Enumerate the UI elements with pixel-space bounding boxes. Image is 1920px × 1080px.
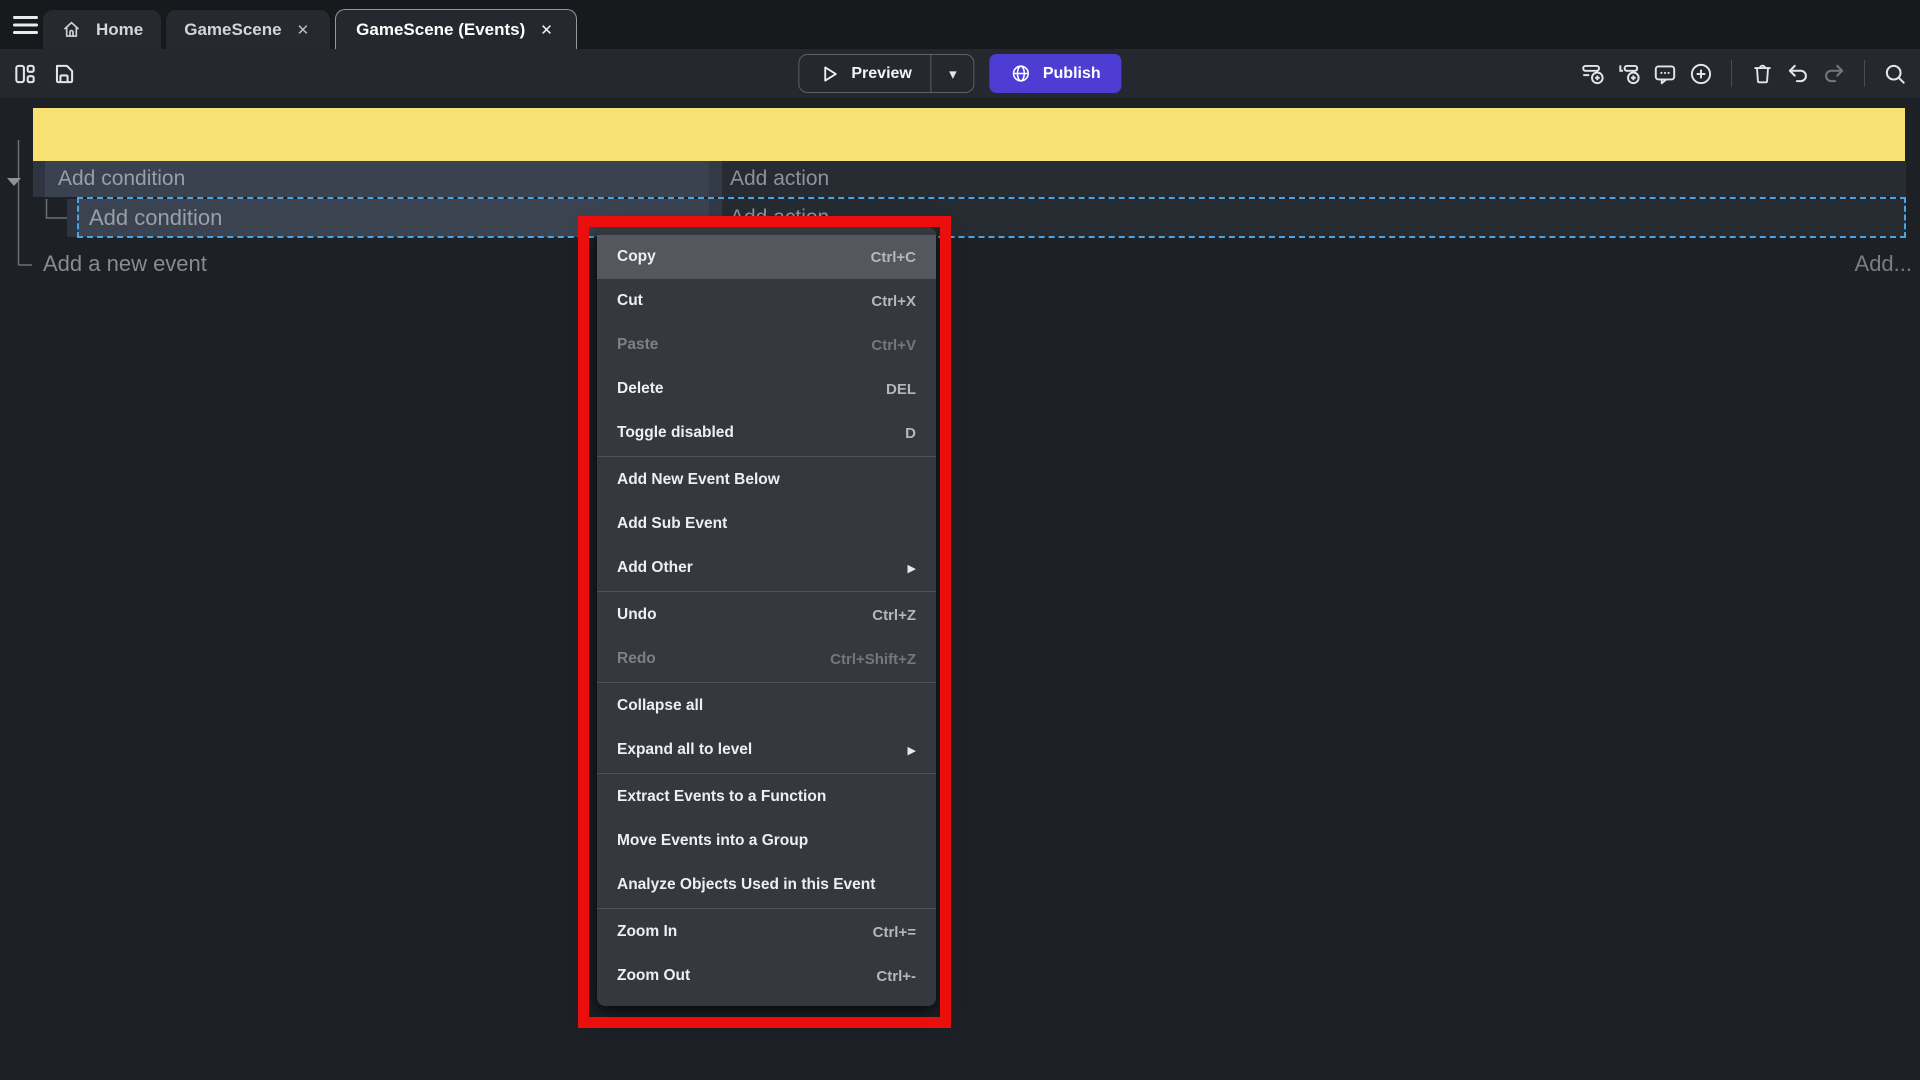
menu-item-add-sub-event[interactable]: Add Sub Event [597,502,936,546]
menu-item-add-new-event-below[interactable]: Add New Event Below [597,458,936,502]
chevron-down-icon: ▾ [949,65,957,83]
menu-item-undo[interactable]: UndoCtrl+Z [597,593,936,637]
tab-home[interactable]: Home [43,10,161,49]
tab-label: Home [96,20,143,40]
close-icon[interactable]: ✕ [294,19,313,41]
submenu-arrow-icon: ▶ [908,562,916,575]
menu-separator [597,591,936,592]
delete-icon[interactable] [1749,61,1775,87]
publish-button[interactable]: Publish [990,54,1122,93]
menu-item-toggle-disabled[interactable]: Toggle disabledD [597,411,936,455]
toolbar-divider [1731,60,1732,87]
menu-separator [597,456,936,457]
menu-item-zoom-out[interactable]: Zoom OutCtrl+- [597,954,936,998]
event-gutter[interactable] [67,199,78,237]
tab-gamescene[interactable]: GameScene ✕ [166,10,330,49]
menu-separator [597,682,936,683]
menu-item-analyze-objects[interactable]: Analyze Objects Used in this Event [597,863,936,907]
preview-button-group: Preview ▾ [798,54,974,93]
menu-item-collapse-all[interactable]: Collapse all [597,684,936,728]
menu-item-zoom-in[interactable]: Zoom InCtrl+= [597,910,936,954]
menu-separator [597,908,936,909]
menu-separator [597,773,936,774]
events-sheet [0,98,1920,1080]
preview-dropdown-button[interactable]: ▾ [932,55,974,92]
add-sub-event-icon[interactable] [1616,61,1642,87]
tab-bar: Home GameScene ✕ GameScene (Events) ✕ [0,0,1920,49]
menu-item-add-other[interactable]: Add Other▶ [597,546,936,590]
add-comment-icon[interactable] [1652,61,1678,87]
menu-item-delete[interactable]: DeleteDEL [597,367,936,411]
search-icon[interactable] [1882,61,1908,87]
choose-and-add-event-icon[interactable] [1688,61,1714,87]
menu-item-cut[interactable]: CutCtrl+X [597,279,936,323]
tab-label: GameScene (Events) [356,20,525,40]
toolbar-left [12,49,77,98]
menu-item-extract-events-to-function[interactable]: Extract Events to a Function [597,775,936,819]
event-gutter[interactable] [33,161,45,197]
add-new-event-button[interactable]: Add a new event [43,251,207,277]
menu-item-paste: PasteCtrl+V [597,323,936,367]
context-menu: CopyCtrl+C CutCtrl+X PasteCtrl+V DeleteD… [597,227,936,1006]
main-menu-icon[interactable] [11,12,41,38]
menu-item-move-events-into-group[interactable]: Move Events into a Group [597,819,936,863]
column-divider [709,161,722,197]
close-icon[interactable]: ✕ [537,19,556,41]
toolbar-center: Preview ▾ Publish [798,49,1121,98]
events-toolbar: Preview ▾ Publish [0,49,1920,98]
home-icon [61,19,82,40]
tab-strip: Home GameScene ✕ GameScene (Events) ✕ [43,9,577,49]
submenu-arrow-icon: ▶ [908,744,916,757]
menu-item-expand-all-to-level[interactable]: Expand all to level▶ [597,728,936,772]
add-button[interactable]: Add... [1834,251,1912,277]
menu-item-redo: RedoCtrl+Shift+Z [597,637,936,681]
preview-button[interactable]: Preview [799,55,930,92]
tab-gamescene-events[interactable]: GameScene (Events) ✕ [335,9,577,49]
save-icon[interactable] [51,61,77,87]
globe-icon [1011,63,1032,84]
panels-icon[interactable] [12,61,38,87]
tab-label: GameScene [184,20,281,40]
play-icon [818,63,840,85]
toolbar-right [1580,49,1908,98]
comment-block[interactable] [33,108,1905,161]
redo-icon[interactable] [1821,61,1847,87]
toolbar-divider [1864,60,1865,87]
menu-item-copy[interactable]: CopyCtrl+C [597,235,936,279]
add-event-icon[interactable] [1580,61,1606,87]
event1-add-condition[interactable]: Add condition [45,161,709,197]
event1-add-action[interactable]: Add action [722,161,1906,197]
undo-icon[interactable] [1785,61,1811,87]
